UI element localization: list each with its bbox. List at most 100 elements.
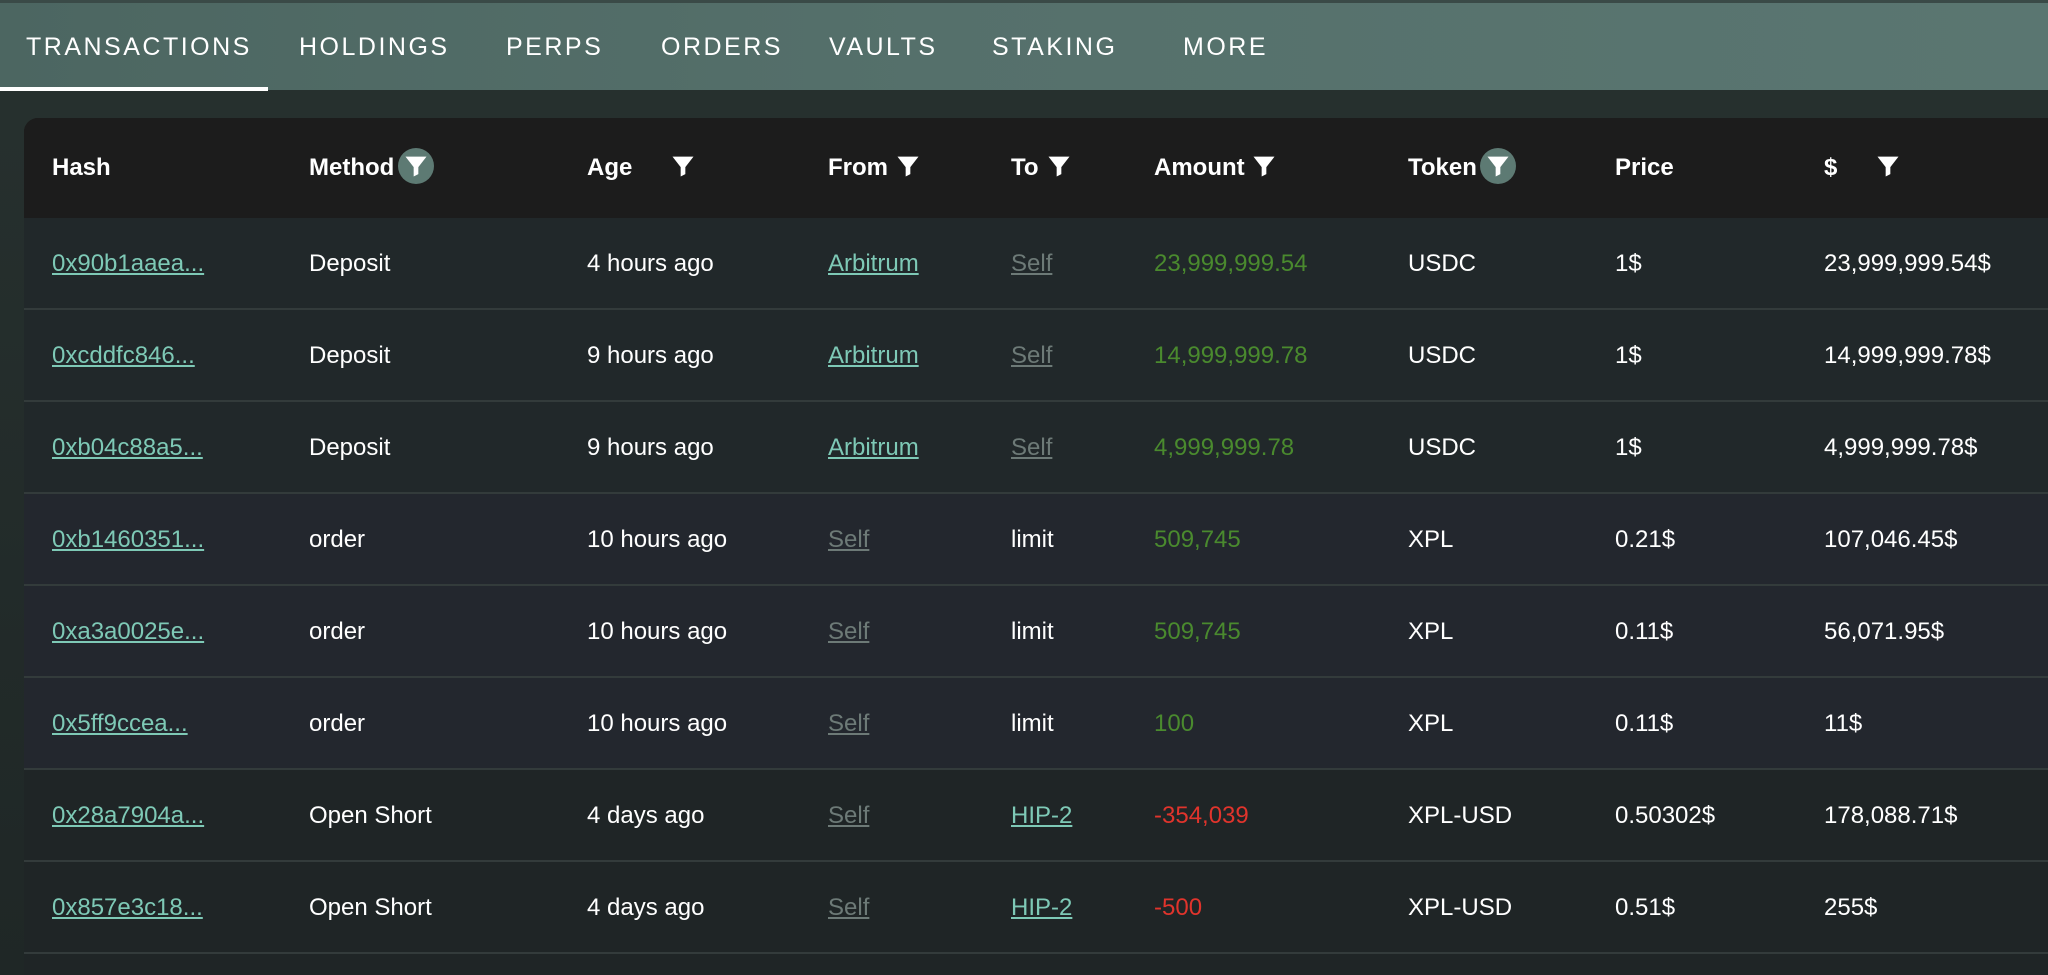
token-cell: USDC [1408,434,1477,461]
token-cell: XPL-USD [1408,802,1513,829]
tab-orders[interactable]: ORDERS [661,33,783,62]
from-filter-button[interactable] [890,148,926,184]
tab-holdings[interactable]: HOLDINGS [299,33,450,62]
from-link[interactable]: Arbitrum [828,250,919,278]
age-filter-button[interactable] [665,148,701,184]
token-cell: USDC [1408,250,1477,277]
age-cell: 4 hours ago [587,250,714,277]
usd-value-cell: 255$ [1824,894,1878,921]
to-cell: limit [1011,526,1054,553]
hash-link[interactable]: 0xa3a0025e... [52,618,204,646]
method-cell: order [309,710,366,737]
active-tab-indicator [0,87,268,91]
hash-link[interactable]: 0x28a7904a... [52,802,204,830]
from-link[interactable]: Self [828,802,869,830]
age-cell: 9 hours ago [587,342,714,369]
hash-link[interactable]: 0xb04c88a5... [52,434,203,462]
age-cell: 10 hours ago [587,710,728,737]
to-link[interactable]: Self [1011,434,1052,462]
table-row: 0xb04c88a5... Deposit 9 hours ago Arbitr… [24,402,2048,494]
age-cell: 4 days ago [587,802,705,829]
from-link[interactable]: Arbitrum [828,434,919,462]
age-cell: 4 days ago [587,894,705,921]
from-link[interactable]: Self [828,526,869,554]
transactions-table: Hash Method Age From To Amount Token Pri… [24,118,2048,975]
price-cell: 1$ [1615,250,1642,277]
age-cell: 10 hours ago [587,618,728,645]
age-cell: 9 hours ago [587,434,714,461]
usd-value-cell: 56,071.95$ [1824,618,1945,645]
price-cell: 0.11$ [1615,710,1674,737]
price-cell: 1$ [1615,342,1642,369]
table-row: 0xcddfc846... Deposit 9 hours ago Arbitr… [24,310,2048,402]
token-cell: XPL [1408,618,1454,645]
to-filter-button[interactable] [1041,148,1077,184]
method-filter-button[interactable] [398,148,434,184]
table-row: 0x28a7904a... Open Short 4 days ago Self… [24,770,2048,862]
from-link[interactable]: Self [828,710,869,738]
filter-icon [1253,156,1275,177]
filter-icon [1048,156,1070,177]
hash-link[interactable]: 0x857e3c18... [52,894,203,922]
column-header-token: Token [1408,154,1477,181]
to-link[interactable]: HIP-2 [1011,894,1072,922]
amount-cell: -354,039 [1154,802,1249,829]
to-link[interactable]: Self [1011,342,1052,370]
amount-cell: 4,999,999.78 [1154,434,1295,461]
amount-filter-button[interactable] [1246,148,1282,184]
amount-cell: 509,745 [1154,526,1241,553]
tab-staking[interactable]: STAKING [992,33,1117,62]
tab-bar: TRANSACTIONS HOLDINGS PERPS ORDERS VAULT… [0,0,2048,91]
table-row: 0x857e3c18... Open Short 4 days ago Self… [24,862,2048,954]
column-header-price: Price [1615,154,1674,181]
column-header-to: To [1011,154,1039,181]
usd-value-cell: 23,999,999.54$ [1824,250,1991,277]
table-row-partial [24,954,2048,975]
filter-icon [897,156,919,177]
amount-cell: 100 [1154,710,1195,737]
price-cell: 0.11$ [1615,618,1674,645]
filter-icon [405,156,427,177]
method-cell: Open Short [309,894,432,921]
usd-value-cell: 4,999,999.78$ [1824,434,1978,461]
method-cell: Deposit [309,250,391,277]
column-header-from: From [828,154,888,181]
usd-filter-button[interactable] [1870,148,1906,184]
hash-link[interactable]: 0x90b1aaea... [52,250,204,278]
table-row: 0x5ff9ccea... order 10 hours ago Self li… [24,678,2048,770]
to-cell: limit [1011,710,1054,737]
page: TRANSACTIONS HOLDINGS PERPS ORDERS VAULT… [0,0,2048,975]
token-filter-button[interactable] [1480,148,1516,184]
token-cell: XPL [1408,526,1454,553]
token-cell: XPL [1408,710,1454,737]
tab-transactions[interactable]: TRANSACTIONS [26,33,252,62]
method-cell: order [309,526,366,553]
table-row: 0xa3a0025e... order 10 hours ago Self li… [24,586,2048,678]
tab-more[interactable]: MORE [1183,33,1268,62]
method-cell: order [309,618,366,645]
hash-link[interactable]: 0x5ff9ccea... [52,710,188,738]
to-link[interactable]: Self [1011,250,1052,278]
from-link[interactable]: Self [828,618,869,646]
method-cell: Deposit [309,342,391,369]
hash-link[interactable]: 0xb1460351... [52,526,204,554]
filter-icon [1877,156,1899,177]
tab-vaults[interactable]: VAULTS [829,33,938,62]
amount-cell: 23,999,999.54 [1154,250,1308,277]
column-header-amount: Amount [1154,154,1245,181]
filter-icon [672,156,694,177]
usd-value-cell: 14,999,999.78$ [1824,342,1991,369]
table-header: Hash Method Age From To Amount Token Pri… [24,118,2048,220]
usd-value-cell: 107,046.45$ [1824,526,1958,553]
amount-cell: 509,745 [1154,618,1241,645]
hash-link[interactable]: 0xcddfc846... [52,342,195,370]
tab-perps[interactable]: PERPS [506,33,603,62]
amount-cell: 14,999,999.78 [1154,342,1308,369]
table-row: 0xb1460351... order 10 hours ago Self li… [24,494,2048,586]
price-cell: 0.51$ [1615,894,1676,921]
token-cell: USDC [1408,342,1477,369]
from-link[interactable]: Self [828,894,869,922]
table-row: 0x90b1aaea... Deposit 4 hours ago Arbitr… [24,218,2048,310]
from-link[interactable]: Arbitrum [828,342,919,370]
to-link[interactable]: HIP-2 [1011,802,1072,830]
